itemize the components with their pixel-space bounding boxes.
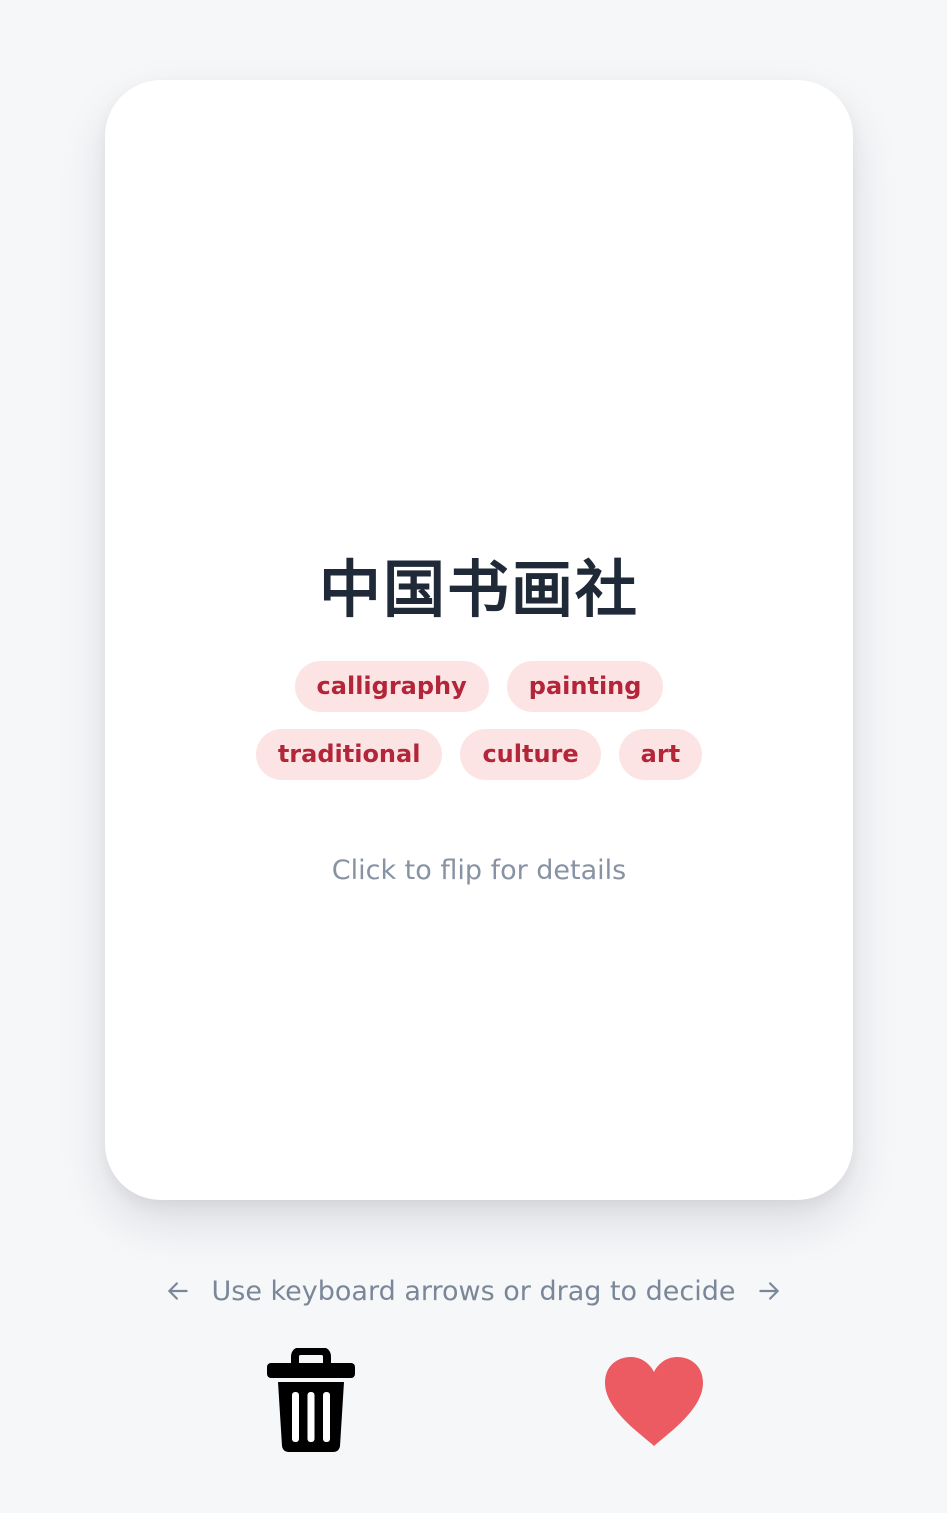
arrow-right-icon [758, 1282, 779, 1300]
instructions-text: Use keyboard arrows or drag to decide [211, 1275, 736, 1307]
tag-list: calligraphy painting traditional culture… [195, 661, 763, 780]
tag-painting: painting [506, 661, 664, 712]
flip-card[interactable]: 中国书画社 calligraphy painting traditional c… [105, 80, 853, 1200]
like-button[interactable] [599, 1346, 709, 1456]
keyboard-instructions: Use keyboard arrows or drag to decide [0, 1270, 947, 1312]
card-title: 中国书画社 [318, 553, 639, 626]
flip-hint: Click to flip for details [331, 855, 627, 886]
tag-calligraphy: calligraphy [294, 661, 489, 712]
tag-traditional: traditional [255, 729, 443, 780]
trash-icon [267, 1348, 355, 1452]
discard-button[interactable] [256, 1346, 366, 1456]
tag-art: art [618, 729, 703, 780]
heart-icon [605, 1357, 703, 1446]
arrow-left-icon [168, 1282, 189, 1300]
tag-culture: culture [460, 729, 601, 780]
